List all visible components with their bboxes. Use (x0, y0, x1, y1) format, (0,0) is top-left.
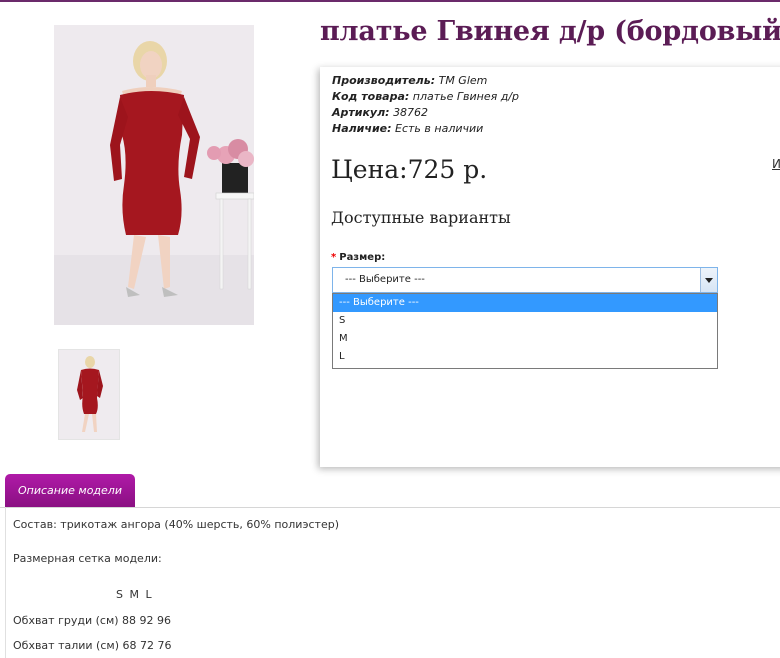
product-meta: Производитель: ТМ Glem Код товара: плать… (332, 73, 519, 137)
meta-label: Код товара: (332, 90, 410, 103)
product-main-image[interactable] (54, 25, 254, 325)
size-grid-title: Размерная сетка модели: (13, 552, 162, 565)
size-select[interactable]: --- Выберите --- (332, 267, 718, 293)
required-mark: * (331, 252, 337, 263)
size-dropdown-list: --- Выберите --- S M L (332, 293, 718, 369)
meta-label: Артикул: (332, 106, 390, 119)
meta-value[interactable]: ТМ Glem (439, 74, 488, 87)
content-border (5, 507, 6, 658)
size-label: * Размер: (331, 252, 385, 263)
size-select-value: --- Выберите --- (345, 274, 425, 285)
tab-model-description[interactable]: Описание модели (5, 474, 135, 507)
product-info-panel: Производитель: ТМ Glem Код товара: плать… (320, 67, 780, 467)
size-grid-row-waist: Обхват талии (см) 68 72 76 (13, 639, 172, 652)
tab-divider (0, 507, 780, 508)
meta-article: Артикул: 38762 (332, 105, 519, 121)
meta-availability: Наличие: Есть в наличии (332, 121, 519, 137)
product-price: Цена:725 р. (331, 155, 488, 184)
size-label-text: Размер: (339, 252, 386, 263)
description-composition: Состав: трикотаж ангора (40% шерсть, 60%… (13, 518, 339, 531)
size-grid-row-bust: Обхват груди (см) 88 92 96 (13, 614, 172, 627)
side-link[interactable]: И (772, 157, 780, 171)
thumbnail-illustration (59, 350, 119, 439)
size-option-placeholder[interactable]: --- Выберите --- (333, 294, 717, 312)
meta-product-code: Код товара: платье Гвинея д/р (332, 89, 519, 105)
size-option-l[interactable]: L (333, 348, 717, 366)
size-option-s[interactable]: S (333, 312, 717, 330)
meta-value: Есть в наличии (395, 122, 484, 135)
meta-label: Наличие: (332, 122, 392, 135)
meta-manufacturer: Производитель: ТМ Glem (332, 73, 519, 89)
top-border (0, 0, 780, 2)
chevron-down-icon[interactable] (700, 268, 717, 292)
size-grid-header: S M L (116, 588, 152, 601)
dress-model-illustration (54, 25, 254, 325)
meta-label: Производитель: (332, 74, 436, 87)
product-thumbnail[interactable] (58, 349, 120, 440)
size-option-m[interactable]: M (333, 330, 717, 348)
meta-value: платье Гвинея д/р (412, 90, 520, 103)
variants-heading: Доступные варианты (331, 208, 511, 227)
meta-value: 38762 (393, 106, 429, 119)
product-title: платье Гвинея д/р (бордовый) (320, 16, 780, 47)
